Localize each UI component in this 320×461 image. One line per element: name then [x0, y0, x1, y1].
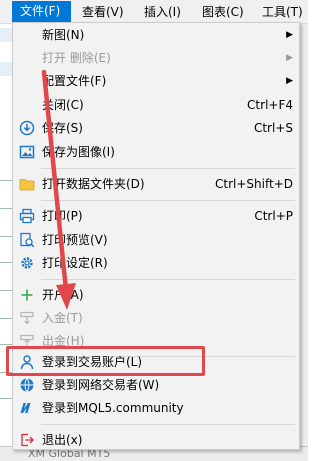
- menu-item-new-chart[interactable]: 新图(N) ▶: [13, 24, 299, 46]
- file-menu-dropdown: 新图(N) ▶ 打开 删除(E) ▶ 配置文件(F) ▶ 关闭(C) Ctrl+…: [12, 22, 300, 450]
- menu-tools[interactable]: 工具(T): [262, 4, 303, 20]
- background-chart-line: [0, 290, 12, 291]
- shortcut-label: Ctrl+F4: [247, 98, 293, 112]
- menu-file[interactable]: 文件(F): [12, 1, 71, 22]
- globe-icon: [19, 377, 35, 393]
- menu-view[interactable]: 查看(V): [82, 4, 124, 20]
- exit-icon: [19, 432, 35, 448]
- plus-icon: [19, 287, 35, 303]
- menu-item-label: 新图(N): [42, 28, 85, 42]
- background-chart-line: [0, 236, 12, 237]
- background-chart-line: [0, 208, 12, 209]
- menu-item-open-data-folder[interactable]: 打开数据文件夹(D) Ctrl+Shift+D: [13, 173, 299, 195]
- print-preview-icon: [19, 232, 35, 248]
- menu-item-print-setup[interactable]: 打印设定(R): [13, 252, 299, 274]
- menu-chart[interactable]: 图表(C): [202, 4, 244, 20]
- menu-separator: [41, 200, 295, 201]
- shortcut-label: Ctrl+S: [253, 121, 293, 135]
- background-chart-line: [0, 262, 12, 263]
- mql5-community-icon: [19, 400, 35, 416]
- printer-icon: [19, 208, 35, 224]
- menu-item-label: 开户(A): [42, 288, 84, 302]
- menu-item-label: 关闭(C): [42, 98, 84, 112]
- menu-item-label: 退出(x): [42, 433, 83, 447]
- submenu-arrow-icon: ▶: [286, 76, 293, 86]
- save-download-icon: [19, 120, 35, 136]
- shortcut-label: Ctrl+P: [254, 209, 293, 223]
- menu-separator: [41, 168, 295, 169]
- menu-item-label: 打印预览(V): [42, 233, 108, 247]
- shortcut-label: Ctrl+Shift+D: [215, 177, 293, 191]
- picture-icon: [19, 144, 35, 160]
- menu-insert[interactable]: 插入(I): [144, 4, 181, 20]
- background-toolbar-fragment: [0, 28, 12, 42]
- background-chart-line: [0, 318, 12, 319]
- menu-item-label: 打开数据文件夹(D): [42, 177, 145, 191]
- menu-item-print[interactable]: 打印(P) Ctrl+P: [13, 205, 299, 227]
- menu-item-open-deleted[interactable]: 打开 删除(E) ▶: [13, 47, 299, 69]
- background-toolbar-fragment: [0, 62, 12, 76]
- menu-item-login-mql5[interactable]: 登录到MQL5.community: [13, 397, 299, 419]
- folder-icon: [19, 176, 35, 192]
- menu-item-print-preview[interactable]: 打印预览(V): [13, 229, 299, 251]
- menu-bar: 文件(F) 查看(V) 插入(I) 图表(C) 工具(T): [0, 0, 308, 24]
- menu-item-label: 登录到MQL5.community: [42, 401, 184, 415]
- background-window-edge: [300, 23, 308, 446]
- menu-item-label: 保存(S): [42, 121, 83, 135]
- menu-item-label: 保存为图像(I): [42, 145, 115, 159]
- menu-item-label: 入金(T): [42, 311, 83, 325]
- background-chart-line: [0, 180, 12, 181]
- menu-item-close[interactable]: 关闭(C) Ctrl+F4: [13, 94, 299, 116]
- menu-item-label: 打印(P): [42, 209, 83, 223]
- submenu-arrow-icon: ▶: [286, 30, 293, 40]
- menu-item-open-account[interactable]: 开户(A): [13, 284, 299, 306]
- menu-separator: [41, 279, 295, 280]
- menu-item-label: 打印设定(R): [42, 256, 108, 270]
- menu-item-label: 配置文件(F): [42, 74, 107, 88]
- background-chart-line: [0, 344, 12, 345]
- print-setup-gear-icon: [19, 255, 35, 271]
- menu-item-save-as-picture[interactable]: 保存为图像(I): [13, 141, 299, 163]
- menu-item-exit[interactable]: 退出(x): [13, 429, 299, 451]
- menu-item-deposit[interactable]: 入金(T): [13, 307, 299, 329]
- menu-item-profiles[interactable]: 配置文件(F) ▶: [13, 70, 299, 92]
- menu-item-label: 打开 删除(E): [42, 51, 111, 65]
- menu-item-label: 登录到网络交易者(W): [42, 378, 160, 392]
- menu-separator: [41, 424, 295, 425]
- annotation-highlight-box: [6, 346, 205, 376]
- menu-item-save[interactable]: 保存(S) Ctrl+S: [13, 117, 299, 139]
- submenu-arrow-icon: ▶: [286, 53, 293, 63]
- menu-item-login-web-trader[interactable]: 登录到网络交易者(W): [13, 374, 299, 396]
- deposit-icon: [19, 310, 35, 326]
- background-chart-line: [0, 398, 12, 399]
